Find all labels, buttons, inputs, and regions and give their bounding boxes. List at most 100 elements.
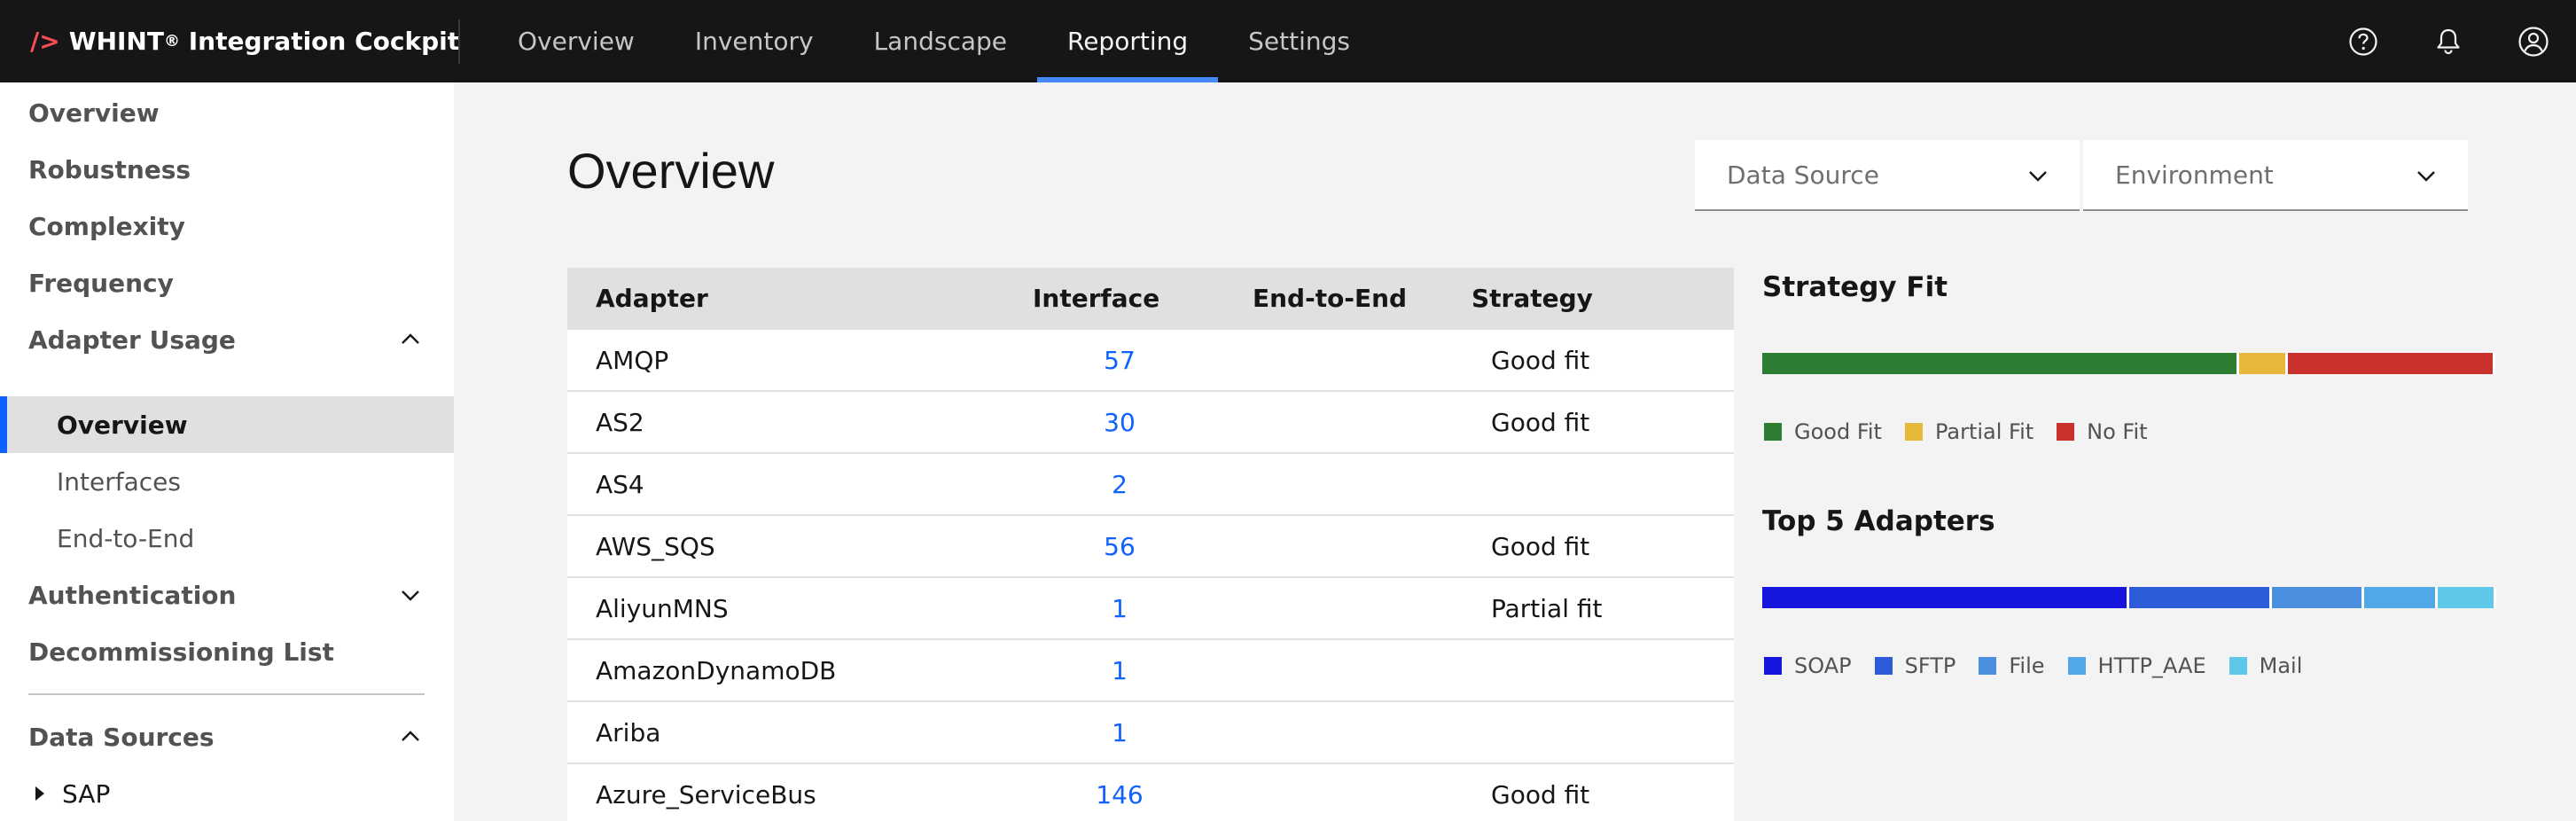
- sidebar-item-label: Overview: [28, 98, 160, 128]
- strategy-fit-bar-segment[interactable]: [1762, 353, 2239, 374]
- notification-bell-icon[interactable]: [2406, 0, 2491, 82]
- top-adapters-bar-segment[interactable]: [2438, 587, 2496, 608]
- cell-strategy: Good fit: [1491, 531, 1590, 561]
- chevron-up-icon: [402, 333, 419, 344]
- cell-adapter: AMQP: [596, 345, 669, 375]
- sidebar-item-end-to-end[interactable]: End-to-End: [0, 510, 454, 567]
- nav-settings[interactable]: Settings: [1218, 0, 1380, 82]
- top-adapters-bar-segment[interactable]: [2129, 587, 2272, 608]
- top-adapters-legend-item: File: [1979, 653, 2045, 678]
- legend-label: Good Fit: [1794, 419, 1882, 444]
- cell-strategy: Good fit: [1491, 345, 1590, 375]
- dropdown-label: Environment: [2115, 160, 2274, 190]
- nav-inventory[interactable]: Inventory: [665, 0, 844, 82]
- cell-interface[interactable]: 2: [1090, 454, 1154, 514]
- chevron-down-icon: [2417, 171, 2435, 182]
- environment-dropdown[interactable]: Environment: [2083, 140, 2468, 211]
- strategy-fit-bar-segment[interactable]: [2288, 353, 2495, 374]
- table-row[interactable]: AmazonDynamoDB 1: [567, 638, 1734, 700]
- legend-label: Partial Fit: [1934, 419, 2034, 444]
- legend-label: HTTP_AAE: [2097, 653, 2206, 678]
- cell-adapter: AS4: [596, 469, 644, 499]
- column-header-adapter[interactable]: Adapter: [596, 268, 708, 328]
- legend-swatch: [1904, 423, 1923, 441]
- table-row[interactable]: Azure_ServiceBus 146 Good fit: [567, 762, 1734, 821]
- strategy-fit-legend-item: No Fit: [2057, 419, 2148, 444]
- cell-adapter: AliyunMNS: [596, 593, 729, 623]
- cell-adapter: AS2: [596, 407, 644, 437]
- column-header-strategy[interactable]: Strategy: [1471, 268, 1593, 328]
- nav-landscape[interactable]: Landscape: [844, 0, 1037, 82]
- brand-suffix: Integration Cockpit: [179, 27, 460, 56]
- top-adapters-bar-segment[interactable]: [2272, 587, 2364, 608]
- cell-adapter: Ariba: [596, 717, 661, 747]
- tree-item-sap[interactable]: SAP: [0, 765, 454, 821]
- sidebar-item-decommissioning-list[interactable]: Decommissioning List: [0, 623, 454, 680]
- sidebar-divider: [28, 693, 425, 695]
- caret-right-icon[interactable]: [35, 786, 44, 801]
- column-header-interface[interactable]: Interface: [1033, 268, 1159, 328]
- table-row[interactable]: AS4 2: [567, 452, 1734, 514]
- chevron-down-icon: [402, 590, 419, 601]
- sidebar-item-label: Adapter Usage: [28, 324, 236, 355]
- cell-strategy: Good fit: [1491, 779, 1590, 809]
- cell-interface[interactable]: 30: [1090, 392, 1154, 452]
- page-title: Overview: [567, 143, 775, 199]
- top-header: /> WHINT ® Integration Cockpit Overview I…: [0, 0, 2576, 82]
- table-row[interactable]: AMQP 57 Good fit: [567, 328, 1734, 390]
- sidebar-item-interfaces[interactable]: Interfaces: [0, 453, 454, 510]
- column-header-end-to-end[interactable]: End-to-End: [1253, 268, 1407, 328]
- legend-label: SOAP: [1794, 653, 1852, 678]
- cell-interface[interactable]: 1: [1090, 578, 1154, 638]
- sidebar-item-data-sources[interactable]: Data Sources: [0, 708, 454, 765]
- strategy-fit-bar-segment[interactable]: [2239, 353, 2288, 374]
- cell-strategy: Good fit: [1491, 407, 1590, 437]
- sidebar-item-authentication[interactable]: Authentication: [0, 567, 454, 623]
- cell-adapter: AWS_SQS: [596, 531, 715, 561]
- sidebar-item-label: Decommissioning List: [28, 637, 334, 667]
- sidebar-item-label: Complexity: [28, 211, 185, 241]
- sidebar-item-complexity[interactable]: Complexity: [0, 198, 454, 254]
- strategy-fit-title: Strategy Fit: [1762, 271, 1948, 303]
- legend-swatch: [1764, 423, 1782, 441]
- top-adapters-legend-item: SOAP: [1764, 653, 1852, 678]
- tree-item-label: SAP: [62, 778, 111, 809]
- sidebar-item-adapter-overview[interactable]: Overview: [0, 396, 454, 453]
- table-row[interactable]: AS2 30 Good fit: [567, 390, 1734, 452]
- table-row[interactable]: Ariba 1: [567, 700, 1734, 762]
- sidebar: Overview Robustness Complexity Frequency…: [0, 82, 454, 821]
- table-header: Adapter Interface End-to-End Strategy: [567, 268, 1734, 328]
- nav-reporting[interactable]: Reporting: [1037, 0, 1219, 82]
- table-row[interactable]: AliyunMNS 1 Partial fit: [567, 576, 1734, 638]
- chevron-up-icon: [402, 731, 419, 741]
- user-avatar-icon[interactable]: [2491, 0, 2576, 82]
- main-nav: Overview Inventory Landscape Reporting S…: [488, 0, 1380, 82]
- sidebar-item-adapter-usage[interactable]: Adapter Usage: [0, 311, 454, 368]
- adapter-table: Adapter Interface End-to-End Strategy AM…: [567, 268, 1734, 821]
- strategy-fit-legend: Good Fit Partial Fit No Fit: [1764, 418, 2171, 445]
- table-row[interactable]: AWS_SQS 56 Good fit: [567, 514, 1734, 576]
- top-adapters-bar-segment[interactable]: [2364, 587, 2438, 608]
- cell-interface[interactable]: 56: [1090, 516, 1154, 576]
- help-icon[interactable]: [2321, 0, 2406, 82]
- sidebar-item-overview[interactable]: Overview: [0, 84, 454, 141]
- sidebar-item-robustness[interactable]: Robustness: [0, 141, 454, 198]
- cell-interface[interactable]: 146: [1090, 764, 1154, 821]
- legend-swatch: [2229, 657, 2247, 675]
- data-source-dropdown[interactable]: Data Source: [1695, 140, 2080, 211]
- cell-interface[interactable]: 1: [1090, 640, 1154, 700]
- cell-interface[interactable]: 1: [1090, 702, 1154, 762]
- cell-interface[interactable]: 57: [1090, 330, 1154, 390]
- sidebar-item-label: Interfaces: [57, 466, 181, 497]
- legend-label: File: [2009, 653, 2045, 678]
- sidebar-item-label: End-to-End: [57, 523, 195, 553]
- legend-swatch: [2057, 423, 2075, 441]
- app-brand[interactable]: /> WHINT ® Integration Cockpit: [30, 0, 459, 82]
- sidebar-item-frequency[interactable]: Frequency: [0, 254, 454, 311]
- cell-adapter: Azure_ServiceBus: [596, 779, 816, 809]
- table-body: AMQP 57 Good fit AS2 30 Good fit AS4 2 AWS_SQS 56…: [567, 328, 1734, 821]
- nav-overview[interactable]: Overview: [488, 0, 665, 82]
- legend-swatch: [1764, 657, 1782, 675]
- top-adapters-bar-segment[interactable]: [1762, 587, 2129, 608]
- sidebar-item-label: Overview: [57, 410, 188, 440]
